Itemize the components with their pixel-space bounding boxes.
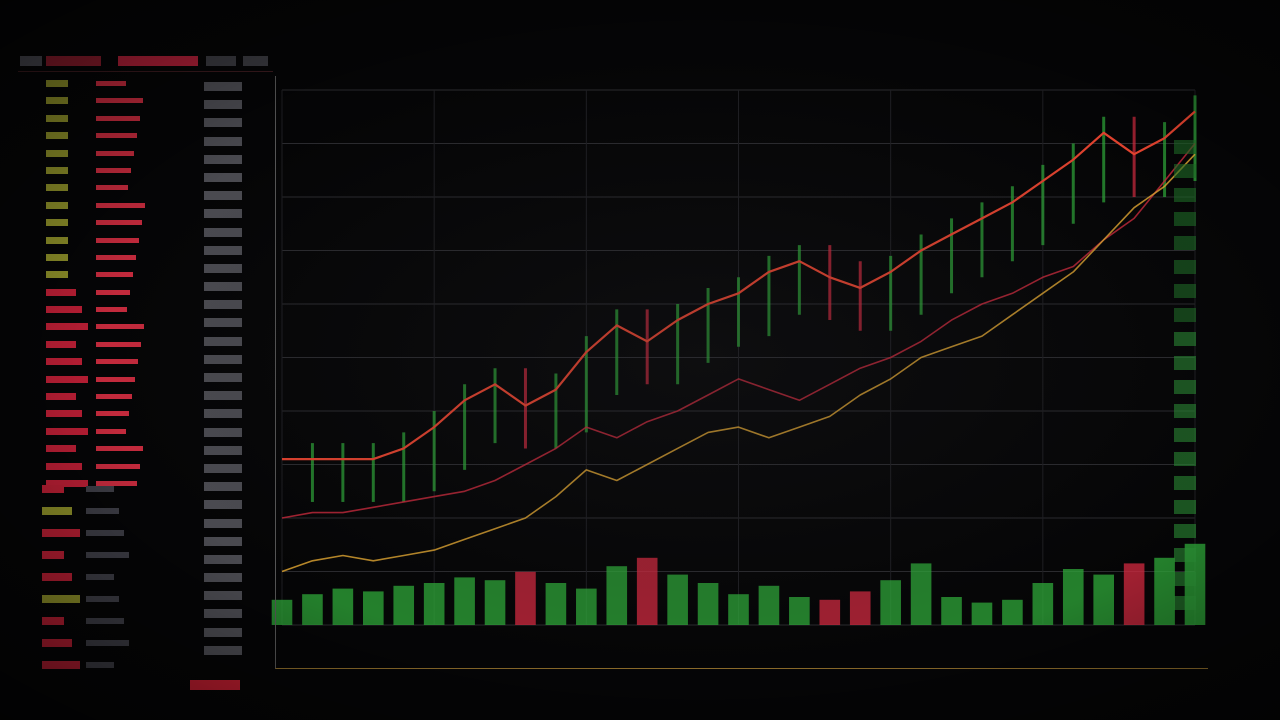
chart-frame bbox=[275, 76, 1208, 669]
